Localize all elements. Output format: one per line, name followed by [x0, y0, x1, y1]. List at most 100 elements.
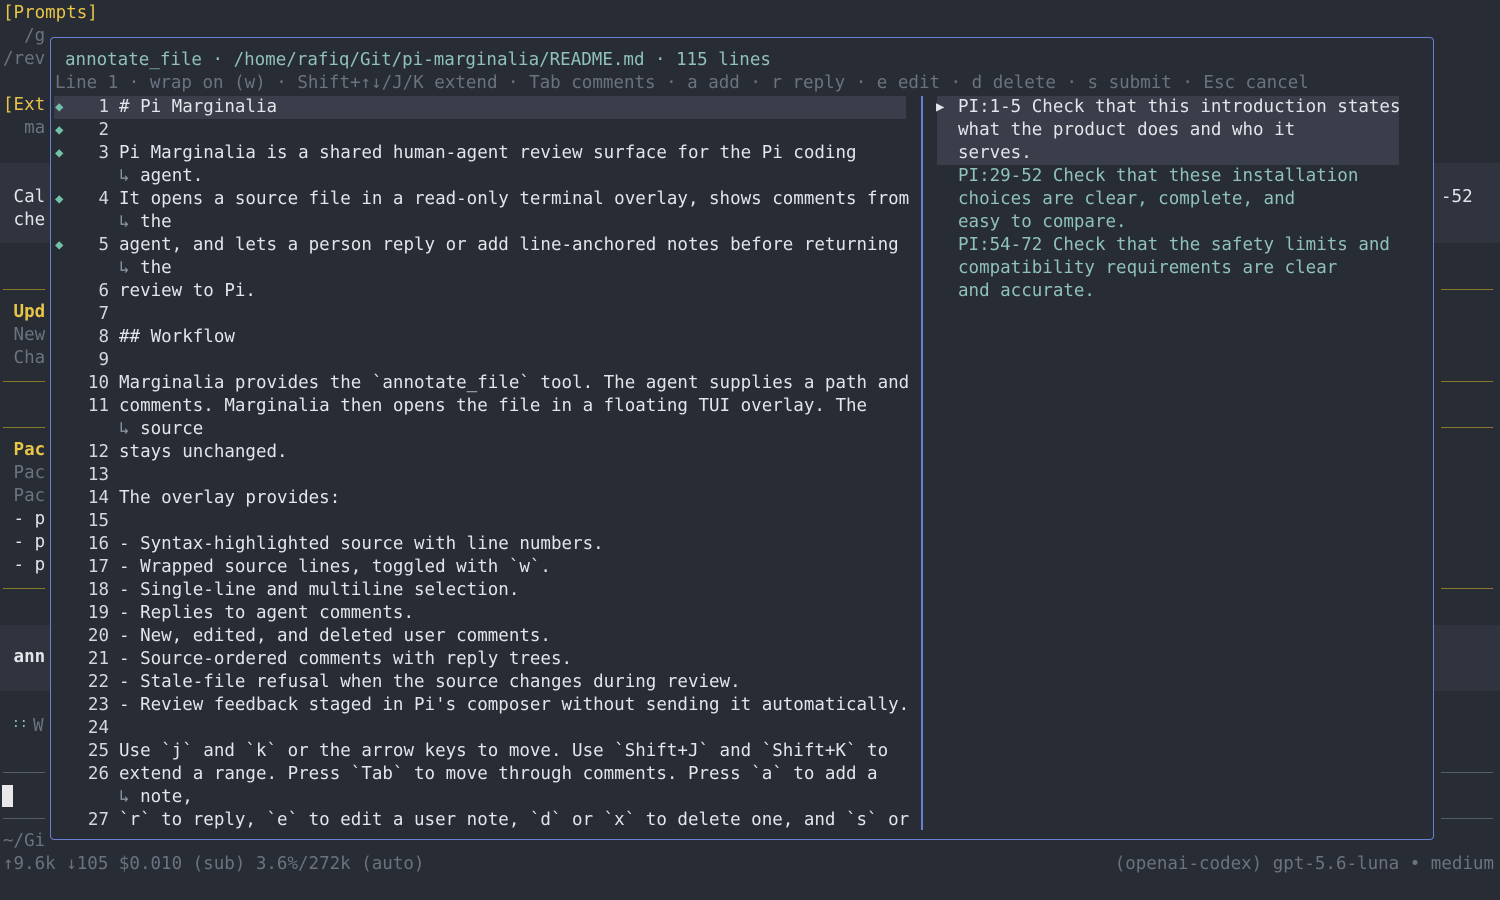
code-content: - New, edited, and deleted user comments…: [119, 625, 551, 648]
line-number: 21: [87, 649, 109, 669]
code-content: ## Workflow: [119, 326, 235, 349]
line-text: `r` to reply, `e` to edit a user note, `…: [119, 810, 910, 830]
comment-text: easy to compare.: [958, 212, 1127, 232]
source-line[interactable]: 26 extend a range. Press `Tab` to move th…: [51, 763, 911, 786]
wrapped-line[interactable]: ↳ agent.: [51, 165, 911, 188]
code-content: Marginalia provides the `annotate_file` …: [119, 372, 909, 395]
line-number: 27: [87, 810, 109, 830]
source-line[interactable]: 6 review to Pi.: [51, 280, 911, 303]
update-header: Upd: [3, 302, 46, 322]
wrapped-line[interactable]: ↳ note,: [51, 786, 911, 809]
list-item: - p: [3, 532, 46, 552]
wrapped-line[interactable]: ↳ the: [51, 211, 911, 234]
comment-text: PI:1-5 Check that this introduction stat…: [958, 97, 1401, 117]
code-content: ↳ source: [119, 418, 203, 441]
source-line[interactable]: 13: [51, 464, 911, 487]
source-line[interactable]: 20 - New, edited, and deleted user commen…: [51, 625, 911, 648]
overlay-title: annotate_file · /home/rafiq/Git/pi-margi…: [65, 50, 771, 70]
text-cursor[interactable]: [2, 785, 13, 807]
line-text: - Review feedback staged in Pi's compose…: [119, 695, 910, 715]
line-number: 4: [98, 189, 109, 209]
source-line[interactable]: ◆ 3 Pi Marginalia is a shared human-agent …: [51, 142, 911, 165]
keybinding-help: Line 1 · wrap on (w) · Shift+↑↓/J/K exte…: [55, 73, 1309, 93]
source-line[interactable]: 11 comments. Marginalia then opens the fi…: [51, 395, 911, 418]
wrap-arrow-icon: ↳: [119, 212, 130, 232]
wrap-arrow-icon: ↳: [119, 419, 130, 439]
comment-text: serves.: [958, 143, 1032, 163]
selected-pointer-icon: ▶: [936, 99, 945, 115]
line-text: - Source-ordered comments with reply tre…: [119, 649, 573, 669]
line-number: 15: [87, 511, 109, 531]
line-text: - Wrapped source lines, toggled with `w`…: [119, 557, 551, 577]
line-number: 20: [87, 626, 109, 646]
line-number: 13: [87, 465, 109, 485]
source-line[interactable]: ◆ 1 # Pi Marginalia: [51, 96, 911, 119]
source-line[interactable]: 8 ## Workflow: [51, 326, 911, 349]
divider: [3, 427, 45, 428]
code-content: - Source-ordered comments with reply tre…: [119, 648, 572, 671]
line-text: agent, and lets a person reply or add li…: [119, 235, 899, 255]
line-number: 1: [98, 97, 109, 117]
source-line[interactable]: 25 Use `j` and `k` or the arrow keys to m…: [51, 740, 911, 763]
source-line[interactable]: 22 - Stale-file refusal when the source c…: [51, 671, 911, 694]
source-line[interactable]: ◆ 2: [51, 119, 911, 142]
line-number: 12: [87, 442, 109, 462]
code-content: `r` to reply, `e` to edit a user note, `…: [119, 809, 909, 832]
source-line[interactable]: 12 stays unchanged.: [51, 441, 911, 464]
line-number: 22: [87, 672, 109, 692]
editor-border: [1441, 772, 1493, 773]
source-line[interactable]: 19 - Replies to agent comments.: [51, 602, 911, 625]
source-line[interactable]: 15: [51, 510, 911, 533]
code-content: extend a range. Press `Tab` to move thro…: [119, 763, 878, 786]
list-item: - p: [3, 509, 46, 529]
divider: [3, 289, 45, 290]
code-content: - Review feedback staged in Pi's compose…: [119, 694, 909, 717]
code-content: ↳ the: [119, 257, 172, 280]
code-content: - Syntax-highlighted source with line nu…: [119, 533, 604, 556]
source-line[interactable]: 17 - Wrapped source lines, toggled with `…: [51, 556, 911, 579]
source-line[interactable]: 14 The overlay provides:: [51, 487, 911, 510]
source-line[interactable]: 10 Marginalia provides the `annotate_file…: [51, 372, 911, 395]
line-text: It opens a source file in a read-only te…: [119, 189, 910, 209]
line-number: 14: [87, 488, 109, 508]
code-content: comments. Marginalia then opens the file…: [119, 395, 867, 418]
editor-border: [1441, 818, 1493, 819]
code-content: ↳ agent.: [119, 165, 203, 188]
source-line[interactable]: 16 - Syntax-highlighted source with line …: [51, 533, 911, 556]
source-line[interactable]: 27 `r` to reply, `e` to edit a user note,…: [51, 809, 911, 832]
wrapped-line[interactable]: ↳ the: [51, 257, 911, 280]
line-number: 9: [98, 350, 109, 370]
line-number: 26: [87, 764, 109, 784]
source-line[interactable]: 18 - Single-line and multiline selection.: [51, 579, 911, 602]
divider: [1441, 381, 1493, 382]
line-number: 3: [98, 143, 109, 163]
line-number: 23: [87, 695, 109, 715]
line-text: extend a range. Press `Tab` to move thro…: [119, 764, 878, 784]
annotate-overlay[interactable]: annotate_file · /home/rafiq/Git/pi-margi…: [50, 37, 1434, 840]
source-line[interactable]: 9: [51, 349, 911, 372]
line-text: The overlay provides:: [119, 488, 341, 508]
line-number: 16: [87, 534, 109, 554]
source-line[interactable]: 23 - Review feedback staged in Pi's compo…: [51, 694, 911, 717]
source-line[interactable]: 24: [51, 717, 911, 740]
line-text: Pi Marginalia is a shared human-agent re…: [119, 143, 857, 163]
update-line: Cha: [3, 348, 46, 368]
wrapped-line[interactable]: ↳ source: [51, 418, 911, 441]
line-text: the: [140, 212, 172, 232]
source-line[interactable]: ◆ 5 agent, and lets a person reply or add …: [51, 234, 911, 257]
line-text: - Syntax-highlighted source with line nu…: [119, 534, 604, 554]
code-content: It opens a source file in a read-only te…: [119, 188, 909, 211]
extensions-header: [Ext: [3, 95, 46, 115]
code-content: # Pi Marginalia: [119, 96, 277, 119]
extension-line: ma: [3, 118, 46, 138]
code-content: agent, and lets a person reply or add li…: [119, 234, 899, 257]
line-text: agent.: [140, 166, 204, 186]
comment-text: PI:29-52 Check that these installation: [958, 166, 1359, 186]
source-line[interactable]: 7: [51, 303, 911, 326]
source-line[interactable]: ◆ 4 It opens a source file in a read-only …: [51, 188, 911, 211]
divider: [1441, 427, 1493, 428]
tool-call-line: Cal: [3, 187, 46, 207]
line-number: 10: [87, 373, 109, 393]
source-line[interactable]: 21 - Source-ordered comments with reply t…: [51, 648, 911, 671]
line-text: source: [140, 419, 204, 439]
